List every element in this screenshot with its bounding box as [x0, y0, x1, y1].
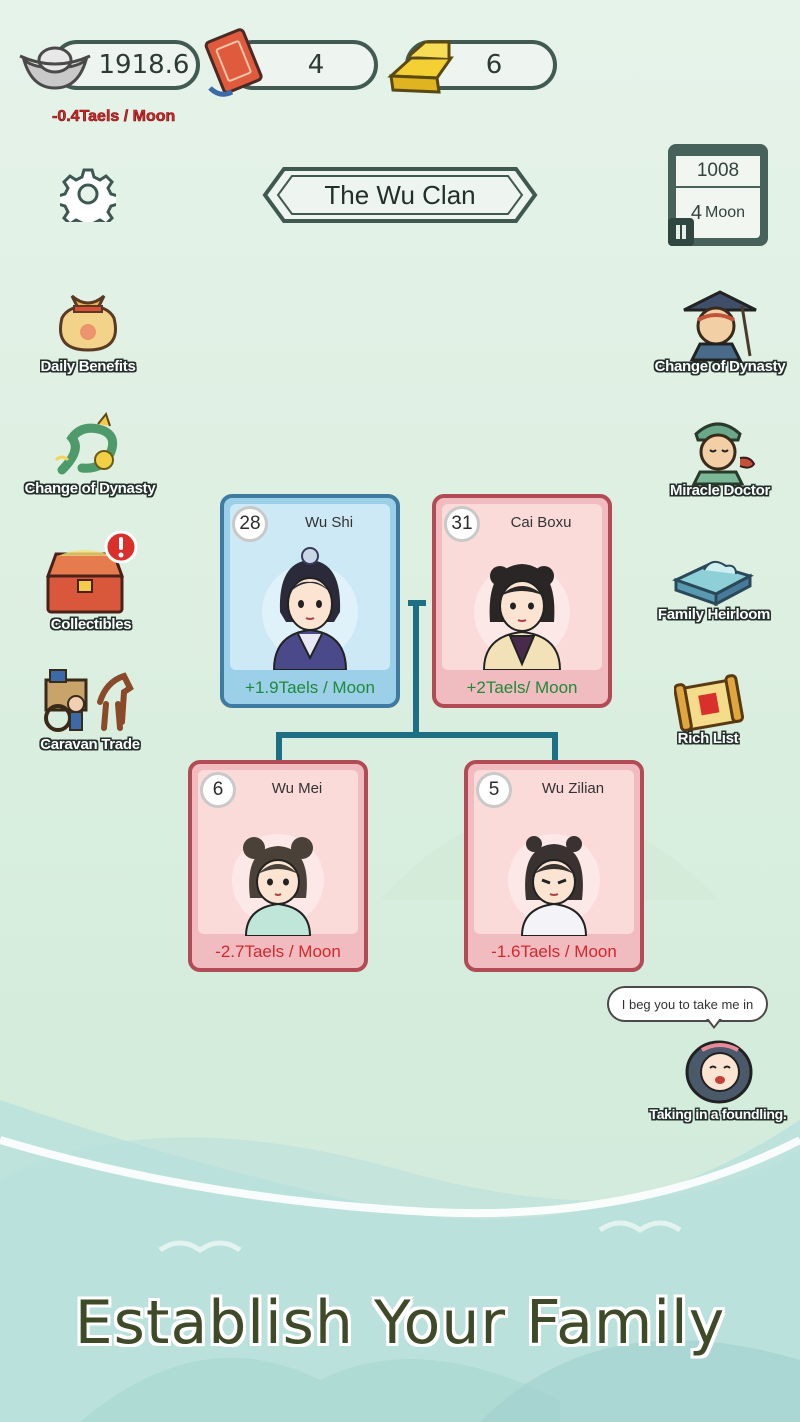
calendar-year: 1008	[676, 156, 760, 186]
scroll-icon	[674, 674, 745, 732]
menu-change-of-dynasty-right[interactable]: Change of Dynasty	[644, 284, 796, 384]
member-name: Wu Zilian	[541, 780, 605, 797]
order-token-icon	[204, 28, 263, 97]
menu-label: Rich List	[677, 730, 739, 747]
menu-label: Collectibles	[50, 616, 132, 633]
menu-label: Daily Benefits	[40, 358, 136, 375]
girl-portrait-icon	[232, 834, 324, 936]
age-badge: 5	[476, 772, 512, 808]
member-name: Wu Shi	[304, 514, 354, 531]
family-card-cai-boxu[interactable]: 31 Cai Boxu +2Taels/ Moon	[432, 494, 612, 708]
promo-slogan: Establish Your Family	[74, 1288, 726, 1358]
member-income: -2.7Taels / Moon	[215, 942, 341, 961]
foundling-speech-bubble: I beg you to take me in	[607, 986, 768, 1022]
pause-button[interactable]	[668, 218, 694, 246]
family-card-wu-zilian[interactable]: 5 Wu Zilian -1.6Taels / Moon	[464, 760, 644, 972]
family-card-wu-mei[interactable]: 6 Wu Mei -2.7Taels / Moon	[188, 760, 368, 972]
menu-change-of-dynasty-left[interactable]: Change of Dynasty	[22, 408, 158, 504]
menu-rich-list[interactable]: Rich List	[660, 670, 756, 756]
silver-value: 1918.6	[98, 50, 190, 80]
menu-label: Miracle Doctor	[670, 482, 770, 499]
menu-label: Taking in a foundling.	[649, 1106, 787, 1122]
dragon-icon	[54, 411, 118, 475]
doctor-portrait-icon	[691, 422, 756, 486]
foundling-button[interactable]: Taking in a foundling.	[648, 1036, 788, 1128]
menu-daily-benefits[interactable]: Daily Benefits	[30, 280, 146, 380]
alert-badge-icon	[104, 530, 138, 564]
member-name: Cai Boxu	[510, 514, 572, 531]
scholar-portrait-icon	[683, 290, 757, 362]
man-portrait-icon	[262, 547, 358, 670]
baby-icon	[685, 1040, 753, 1104]
age-badge: 28	[232, 506, 268, 542]
menu-caravan-trade[interactable]: Caravan Trade	[30, 660, 150, 760]
jade-seal-icon	[672, 560, 754, 606]
member-income: +1.9Taels / Moon	[245, 678, 375, 697]
menu-collectibles[interactable]: Collectibles	[36, 530, 146, 634]
clan-title: The Wu Clan	[324, 179, 476, 210]
tree-line	[552, 732, 558, 762]
age-badge: 31	[444, 506, 480, 542]
menu-label: Caravan Trade	[40, 736, 140, 753]
woman-portrait-icon	[474, 564, 570, 670]
menu-label: Change of Dynasty	[654, 358, 786, 375]
gold-bar-icon	[387, 40, 454, 94]
menu-label: Family Heirloom	[657, 606, 771, 623]
member-name: Wu Mei	[271, 780, 323, 797]
calendar-moon-label: Moon	[705, 204, 746, 221]
token-value: 4	[307, 50, 325, 80]
treasure-bag-icon	[59, 294, 117, 352]
gear-icon[interactable]	[60, 166, 116, 222]
age-badge: 6	[200, 772, 236, 808]
tree-line	[276, 732, 282, 762]
menu-family-heirloom[interactable]: Family Heirloom	[646, 544, 782, 630]
menu-miracle-doctor[interactable]: Miracle Doctor	[656, 410, 784, 506]
tree-line	[413, 600, 419, 736]
speech-bubble-tail-inner	[708, 1018, 720, 1026]
family-card-wu-shi[interactable]: 28 Wu Shi +1.9Taels / Moon	[220, 494, 400, 708]
member-income: -1.6Taels / Moon	[491, 942, 617, 961]
horse-cart-icon	[44, 669, 134, 732]
member-income: +2Taels/ Moon	[466, 678, 578, 697]
girl-portrait-icon	[508, 834, 600, 936]
tree-line	[276, 732, 558, 738]
silver-ingot-icon	[19, 46, 91, 90]
menu-label: Change of Dynasty	[24, 480, 156, 497]
gold-value: 6	[485, 50, 503, 80]
silver-rate: -0.4Taels / Moon	[52, 108, 176, 126]
